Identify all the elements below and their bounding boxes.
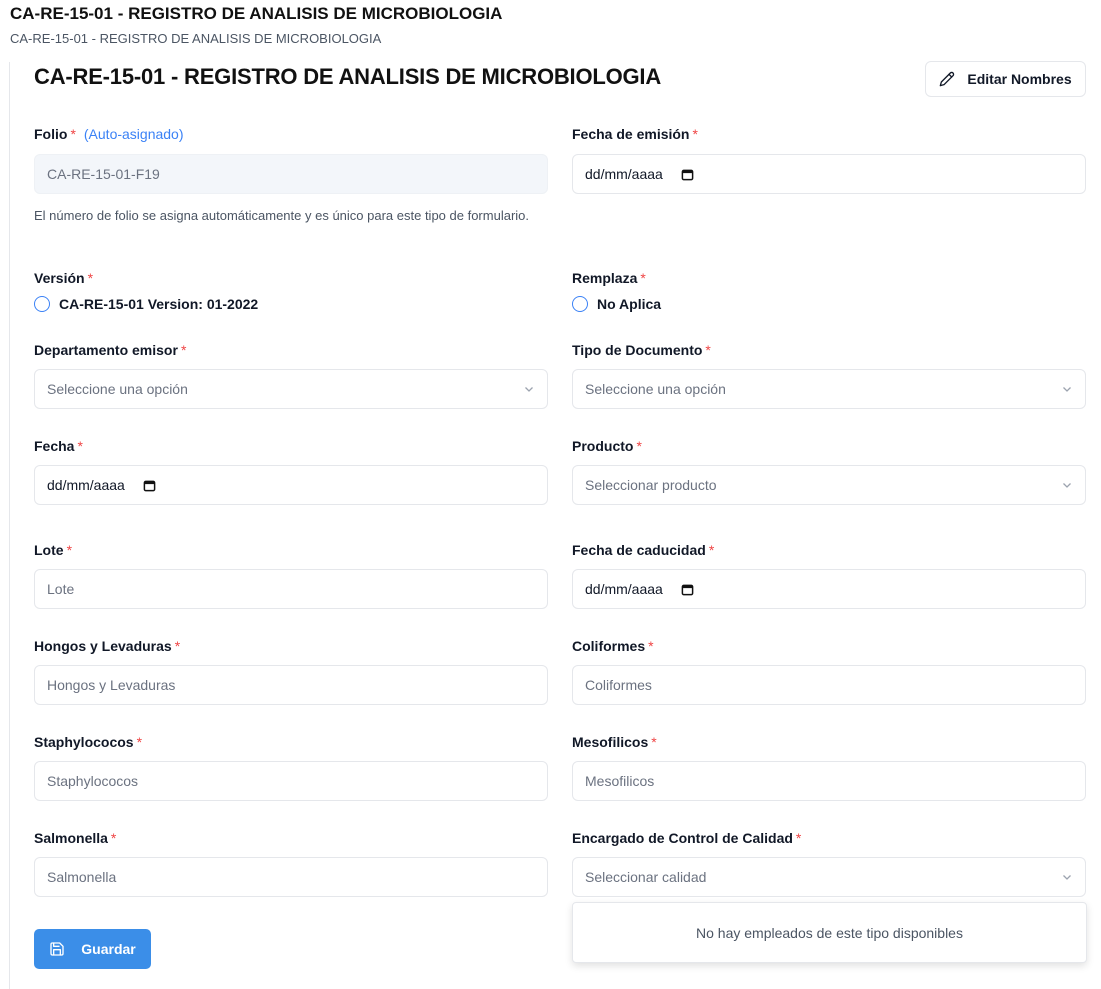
lote-field: Lote * Lote xyxy=(34,540,548,609)
chevron-down-icon xyxy=(1063,483,1071,488)
tipo-documento-field: Tipo de Documento * Seleccione una opción xyxy=(572,340,1086,409)
lote-label: Lote * xyxy=(34,542,73,558)
chevron-down-icon xyxy=(525,387,533,392)
folio-label: Folio * (Auto-asignado) xyxy=(34,126,184,142)
version-field: Versión * CA-RE-15-01 Version: 01-2022 xyxy=(34,268,548,312)
fecha-input[interactable]: dd/mm/aaaa xyxy=(34,465,548,505)
chevron-down-icon xyxy=(1063,387,1071,392)
auto-assigned-note: (Auto-asignado) xyxy=(83,126,184,142)
edit-names-button[interactable]: Editar Nombres xyxy=(925,61,1086,97)
version-option-label: CA-RE-15-01 Version: 01-2022 xyxy=(59,296,259,312)
save-label: Guardar xyxy=(81,941,136,957)
remplaza-field: Remplaza * No Aplica xyxy=(572,268,1086,312)
calendar-icon[interactable] xyxy=(681,168,694,181)
remplaza-option-label: No Aplica xyxy=(597,296,662,312)
version-label: Versión * xyxy=(34,270,94,286)
fecha-label: Fecha * xyxy=(34,438,83,454)
staphylococos-field: Staphylococos * Staphylococos xyxy=(34,732,548,801)
tipo-documento-select[interactable]: Seleccione una opción xyxy=(572,369,1086,409)
fecha-emision-field: Fecha de emisión * dd/mm/aaaa xyxy=(572,124,1086,194)
encargado-select[interactable]: Seleccionar calidad xyxy=(572,857,1086,897)
fecha-emision-label: Fecha de emisión * xyxy=(572,126,698,142)
folio-field: Folio * (Auto-asignado) CA-RE-15-01-F19 El… xyxy=(34,124,548,226)
remplaza-radio[interactable] xyxy=(572,296,588,312)
floppy-disk-icon xyxy=(50,942,64,956)
hongos-field: Hongos y Levaduras * Hongos y Levaduras xyxy=(34,636,548,705)
tipo-documento-label: Tipo de Documento * xyxy=(572,342,711,358)
page-heading: CA-RE-15-01 - REGISTRO DE ANALISIS DE MI… xyxy=(10,4,503,23)
version-option[interactable]: CA-RE-15-01 Version: 01-2022 xyxy=(34,296,548,312)
departamento-select[interactable]: Seleccione una opción xyxy=(34,369,548,409)
coliformes-input[interactable]: Coliformes xyxy=(572,665,1086,705)
producto-field: Producto * Seleccionar producto xyxy=(572,436,1086,505)
remplaza-label: Remplaza * xyxy=(572,270,646,286)
calendar-icon[interactable] xyxy=(143,479,156,492)
mesofilicos-field: Mesofilicos * Mesofilicos xyxy=(572,732,1086,801)
salmonella-input[interactable]: Salmonella xyxy=(34,857,548,897)
fecha-caducidad-field: Fecha de caducidad * dd/mm/aaaa xyxy=(572,540,1086,609)
remplaza-option[interactable]: No Aplica xyxy=(572,296,1086,312)
producto-select[interactable]: Seleccionar producto xyxy=(572,465,1086,505)
producto-label: Producto * xyxy=(572,438,642,454)
salmonella-field: Salmonella * Salmonella xyxy=(34,828,548,897)
pencil-icon xyxy=(940,71,955,87)
fecha-caducidad-input[interactable]: dd/mm/aaaa xyxy=(572,569,1086,609)
fecha-field: Fecha * dd/mm/aaaa xyxy=(34,436,548,505)
staphylococos-label: Staphylococos * xyxy=(34,734,143,750)
chevron-down-icon xyxy=(1063,875,1071,880)
save-button[interactable]: Guardar xyxy=(34,929,151,969)
form-title: CA-RE-15-01 - REGISTRO DE ANALISIS DE MI… xyxy=(34,64,662,89)
empty-options-message: No hay empleados de este tipo disponible… xyxy=(696,924,963,941)
folio-help-text: El número de folio se asigna automáticam… xyxy=(34,208,529,223)
hongos-label: Hongos y Levaduras * xyxy=(34,638,181,654)
departamento-field: Departamento emisor * Seleccione una opci… xyxy=(34,340,548,409)
lote-input[interactable]: Lote xyxy=(34,569,548,609)
mesofilicos-input[interactable]: Mesofilicos xyxy=(572,761,1086,801)
encargado-field: Encargado de Control de Calidad * Selecci… xyxy=(572,828,1086,897)
edit-names-label: Editar Nombres xyxy=(967,71,1072,87)
hongos-input[interactable]: Hongos y Levaduras xyxy=(34,665,548,705)
coliformes-label: Coliformes * xyxy=(572,638,654,654)
calendar-icon[interactable] xyxy=(681,583,694,596)
salmonella-label: Salmonella * xyxy=(34,830,117,846)
encargado-dropdown-menu: No hay empleados de este tipo disponible… xyxy=(572,902,1087,963)
folio-input: CA-RE-15-01-F19 xyxy=(34,154,548,194)
staphylococos-input[interactable]: Staphylococos xyxy=(34,761,548,801)
fecha-emision-input[interactable]: dd/mm/aaaa xyxy=(572,154,1086,194)
left-divider xyxy=(9,62,10,989)
fecha-caducidad-label: Fecha de caducidad * xyxy=(572,542,715,558)
encargado-label: Encargado de Control de Calidad * xyxy=(572,830,802,846)
mesofilicos-label: Mesofilicos * xyxy=(572,734,657,750)
coliformes-field: Coliformes * Coliformes xyxy=(572,636,1086,705)
page-subheading: CA-RE-15-01 - REGISTRO DE ANALISIS DE MI… xyxy=(10,31,382,46)
departamento-label: Departamento emisor * xyxy=(34,342,187,358)
version-radio[interactable] xyxy=(34,296,50,312)
